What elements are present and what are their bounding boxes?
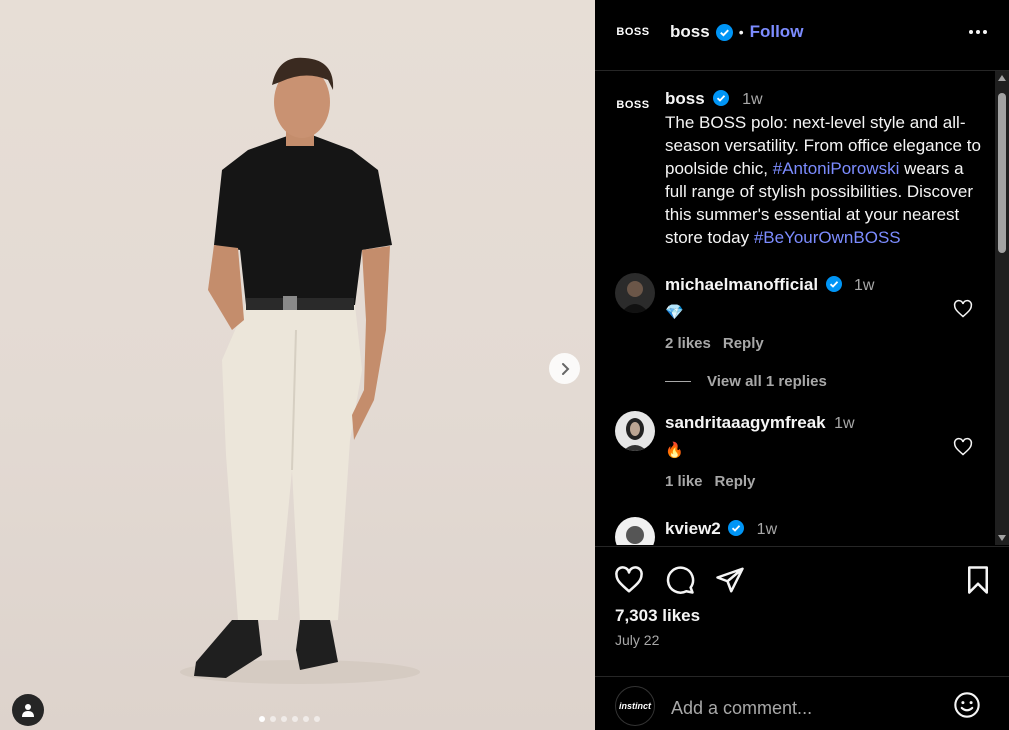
caption-username[interactable]: boss	[665, 89, 705, 108]
share-paper-plane-icon[interactable]	[715, 565, 745, 595]
scrollbar-thumb[interactable]	[998, 93, 1006, 253]
current-user-avatar: instinct	[615, 686, 655, 726]
commenter-username[interactable]: kview2	[665, 519, 721, 538]
commenter-avatar[interactable]	[615, 411, 655, 451]
scroll-up-arrow-icon[interactable]	[995, 71, 1009, 85]
author-username[interactable]: boss	[670, 22, 710, 42]
divider	[595, 546, 1009, 547]
verified-badge-icon	[713, 90, 730, 107]
chevron-right-icon	[561, 362, 569, 375]
carousel-dot	[314, 716, 320, 722]
emoji-picker-icon[interactable]	[953, 691, 981, 719]
scroll-down-arrow-icon[interactable]	[995, 531, 1009, 545]
likes-count[interactable]: 7,303 likes	[615, 606, 700, 626]
post-media[interactable]	[0, 0, 595, 730]
hashtag-link[interactable]: #AntoniPorowski	[773, 159, 900, 178]
view-replies-label: View all 1 replies	[707, 373, 827, 390]
tagged-users-button[interactable]	[12, 694, 44, 726]
commenter-username[interactable]: sandritaaagymfreak	[665, 413, 826, 432]
post-date: July 22	[615, 632, 660, 648]
verified-badge-icon	[825, 276, 842, 293]
commenter-avatar[interactable]	[615, 517, 655, 545]
hashtag-link[interactable]: #BeYourOwnBOSS	[754, 228, 901, 247]
comment-likes[interactable]: 2 likes	[665, 335, 711, 352]
avatar-photo	[615, 273, 655, 313]
post-caption: boss 1w The BOSS polo: next-level style …	[665, 87, 985, 249]
comment-likes[interactable]: 1 like	[665, 473, 703, 490]
comment-text: 🔥	[665, 442, 684, 459]
view-replies-button[interactable]: View all 1 replies	[665, 373, 965, 390]
verified-badge-icon	[728, 520, 745, 537]
post-header: BOSS boss • Follow	[595, 0, 1009, 71]
post-photo	[180, 57, 420, 684]
comments-scroll-area[interactable]: BOSS boss 1w The BOSS polo: next-level s…	[595, 71, 995, 545]
add-comment-input[interactable]	[669, 692, 933, 724]
comment-age: 1w	[756, 521, 778, 538]
separator-dot: •	[738, 24, 744, 40]
follow-button[interactable]: Follow	[750, 22, 804, 42]
carousel-dot	[303, 716, 309, 722]
comment-bubble-icon[interactable]	[665, 565, 695, 595]
commenter-username[interactable]: michaelmanofficial	[665, 275, 818, 294]
carousel-indicator	[259, 716, 320, 722]
next-slide-button[interactable]	[549, 353, 580, 384]
avatar-photo	[615, 517, 655, 545]
comment-like-icon[interactable]	[953, 437, 973, 457]
bookmark-icon[interactable]	[963, 565, 993, 595]
caption-author-avatar[interactable]: BOSS	[615, 87, 651, 123]
reply-button[interactable]: Reply	[715, 473, 756, 490]
caption-age: 1w	[742, 91, 763, 108]
like-heart-icon[interactable]	[614, 565, 644, 595]
carousel-dot	[292, 716, 298, 722]
carousel-dot	[281, 716, 287, 722]
comment-age: 1w	[834, 415, 855, 432]
comment-text: 💎	[665, 304, 684, 321]
post-panel: BOSS boss • Follow BOSS boss 1w The BOSS…	[595, 0, 1009, 730]
carousel-dot	[259, 716, 265, 722]
divider	[595, 676, 1009, 677]
user-icon	[22, 704, 34, 717]
reply-button[interactable]: Reply	[723, 335, 764, 352]
carousel-dot	[270, 716, 276, 722]
author-avatar[interactable]: BOSS	[615, 14, 651, 50]
comments-scrollbar[interactable]	[995, 71, 1009, 545]
avatar-photo	[615, 411, 655, 451]
verified-badge-icon	[715, 23, 733, 41]
comment-age: 1w	[853, 277, 875, 294]
more-options-icon[interactable]	[966, 20, 990, 44]
comment-like-icon[interactable]	[953, 299, 973, 319]
replies-divider	[665, 381, 691, 382]
commenter-avatar[interactable]	[615, 273, 655, 313]
